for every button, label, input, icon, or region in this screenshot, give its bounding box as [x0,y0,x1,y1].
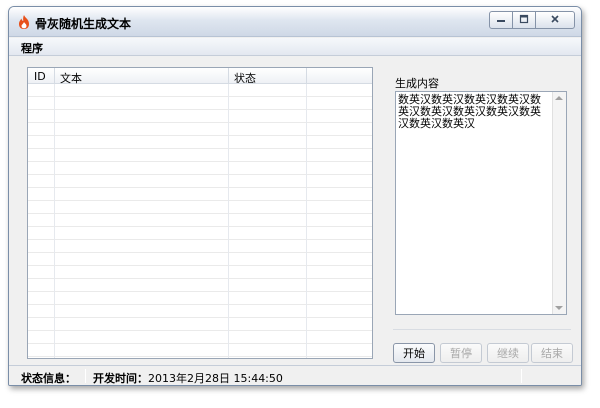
main-content: ID 文本 状态 生成内容 数英汉数英汉数英汉数英汉数英汉数英汉数英汉数英汉数英… [17,63,575,365]
column-divider[interactable] [228,68,229,84]
restore-button[interactable] [512,11,536,29]
menu-item-program[interactable]: 程序 [21,40,43,56]
flame-icon [17,14,31,30]
resume-button[interactable]: 继续 [487,343,529,363]
status-divider [521,369,522,383]
app-window: 骨灰随机生成文本 程序 ID 文本 状态 生成内容 数英汉数英汉数英汉数英汉数英… [8,6,582,386]
status-info-label: 状态信息： [21,372,76,385]
generated-content-box[interactable]: 数英汉数英汉数英汉数英汉数英汉数英汉数英汉数英汉数英汉数英汉数英汉 [395,91,567,315]
text-list[interactable]: ID 文本 状态 [27,67,373,359]
dev-time-value: 2013年2月28日 15:44:50 [148,372,283,385]
grid-line [228,84,229,358]
list-rows [28,84,372,358]
column-divider[interactable] [306,68,307,84]
status-bar: 状态信息： 开发时间：2013年2月28日 15:44:50 [9,365,581,385]
vertical-scrollbar[interactable] [552,92,566,314]
restore-icon [519,14,529,27]
dev-time-label: 开发时间： [93,372,148,385]
dev-time: 开发时间：2013年2月28日 15:44:50 [93,370,283,385]
start-button[interactable]: 开始 [393,343,435,363]
scroll-down-icon[interactable] [555,306,563,310]
button-separator [393,329,571,330]
status-divider [85,369,86,383]
title-bar[interactable]: 骨灰随机生成文本 [9,7,581,37]
column-header-id[interactable]: ID [34,70,46,83]
close-button[interactable] [535,11,575,29]
pause-button[interactable]: 暂停 [440,343,482,363]
end-button[interactable]: 结束 [531,343,573,363]
generated-content-text[interactable]: 数英汉数英汉数英汉数英汉数英汉数英汉数英汉数英汉数英汉数英汉数英汉 [398,94,548,130]
window-title: 骨灰随机生成文本 [35,17,132,31]
minimize-icon [496,14,506,27]
minimize-button[interactable] [489,11,513,29]
close-icon [550,14,560,27]
column-divider[interactable] [54,68,55,84]
menu-bar: 程序 [9,38,581,56]
grid-line [54,84,55,358]
list-header: ID 文本 状态 [28,68,372,85]
window-controls [489,11,575,29]
grid-line [306,84,307,358]
generated-content-label: 生成内容 [395,77,439,90]
scroll-up-icon[interactable] [555,96,563,100]
